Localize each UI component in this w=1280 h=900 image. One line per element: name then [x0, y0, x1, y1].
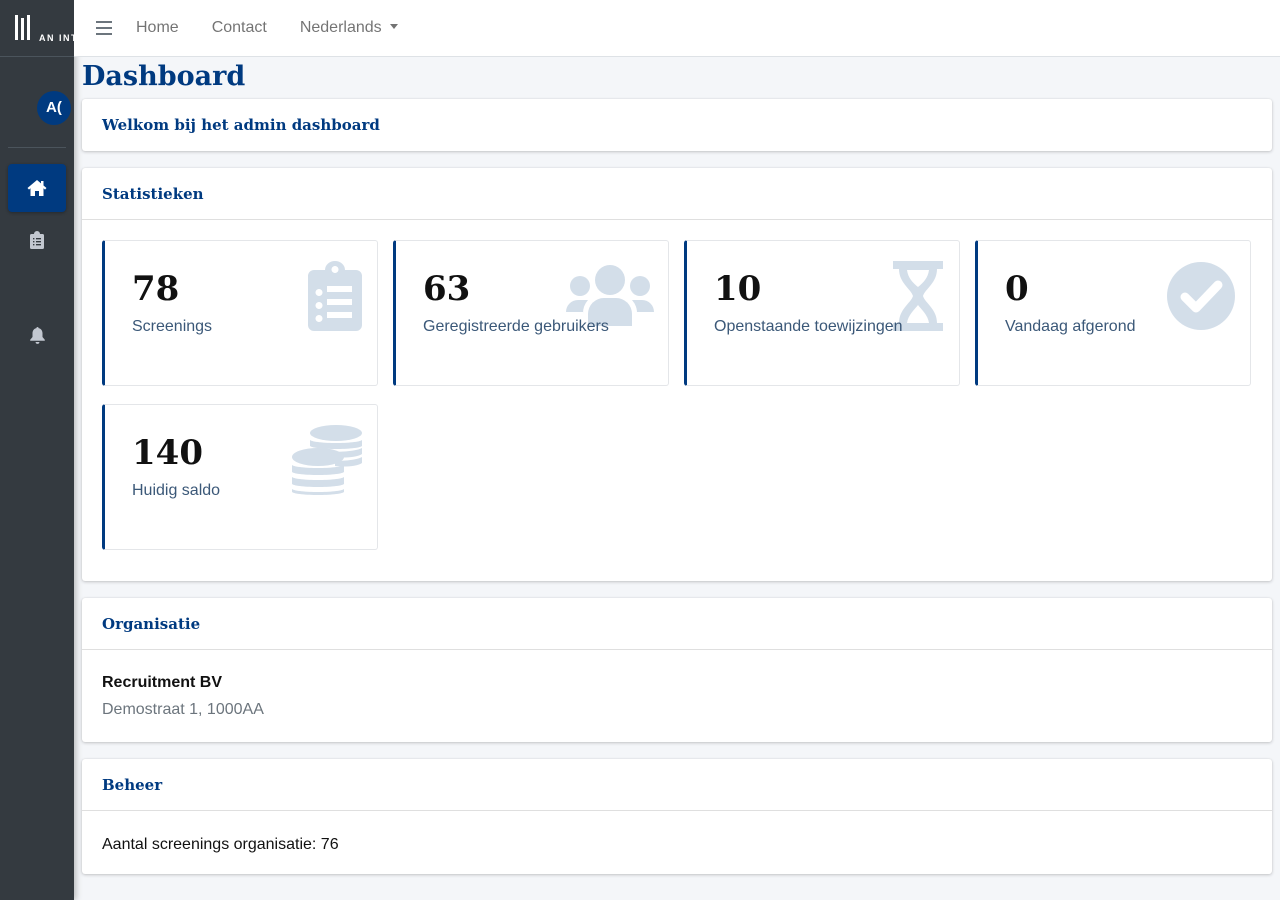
stat-box-screenings[interactable]: 78 Screenings: [102, 240, 378, 386]
nav-link-home[interactable]: Home: [136, 19, 179, 37]
stats-card-header: Statistieken: [82, 168, 1272, 220]
stat-label: Vandaag afgerond: [1005, 318, 1136, 335]
stat-label: Huidig saldo: [132, 482, 221, 499]
clipboard-icon: [30, 231, 44, 249]
sidebar-item-screenings[interactable]: [8, 216, 66, 264]
page-title: Dashboard: [82, 61, 246, 92]
sidebar-item-notifications[interactable]: [8, 311, 66, 359]
stat-label: Geregistreerde gebruikers: [423, 318, 609, 335]
home-icon: [27, 180, 47, 196]
stats-card-body: 78 Screenings 63 Geregistreerde gebruike…: [82, 220, 1272, 581]
stat-label: Openstaande toewijzingen: [714, 318, 903, 335]
organisation-title: Organisatie: [102, 614, 201, 633]
stat-value: 140: [132, 433, 203, 473]
nav-link-contact[interactable]: Contact: [212, 19, 267, 37]
stats-grid: 78 Screenings 63 Geregistreerde gebruike…: [102, 240, 1252, 550]
management-card: Beheer Aantal screenings organisatie: 76: [82, 759, 1272, 874]
welcome-title: Welkom bij het admin dashboard: [102, 116, 380, 134]
menu-toggle-icon[interactable]: [96, 21, 112, 35]
stats-title: Statistieken: [102, 184, 204, 203]
management-title: Beheer: [102, 775, 163, 794]
stat-label: Screenings: [132, 318, 213, 335]
brand-text: AN INT: [39, 33, 74, 43]
management-card-body: Aantal screenings organisatie: 76: [82, 811, 1272, 874]
avatar[interactable]: A(: [37, 91, 71, 125]
sidebar: AN INT A(: [0, 0, 74, 900]
brand-logo[interactable]: AN INT: [0, 0, 74, 57]
welcome-card-header: Welkom bij het admin dashboard: [82, 99, 1272, 151]
organisation-address: Demostraat 1, 1000AA: [102, 701, 264, 718]
language-label: Nederlands: [299, 19, 382, 36]
stat-box-current-balance[interactable]: 140 Huidig saldo: [102, 404, 378, 550]
management-card-header: Beheer: [82, 759, 1272, 811]
organisation-card: Organisatie Recruitment BV Demostraat 1,…: [82, 598, 1272, 742]
stat-value: 78: [132, 269, 180, 309]
language-dropdown[interactable]: Nederlands: [300, 19, 398, 37]
stat-value: 0: [1005, 269, 1029, 309]
organisation-card-header: Organisatie: [82, 598, 1272, 650]
stat-value: 10: [714, 269, 762, 309]
organisation-name: Recruitment BV: [102, 674, 223, 691]
stat-box-open-assignments[interactable]: 10 Openstaande toewijzingen: [684, 240, 960, 386]
user-panel: A(: [8, 57, 71, 148]
stat-box-completed-today[interactable]: 0 Vandaag afgerond: [975, 240, 1251, 386]
welcome-card: Welkom bij het admin dashboard: [82, 99, 1272, 151]
bell-icon: [29, 326, 45, 344]
stat-box-registered-users[interactable]: 63 Geregistreerde gebruikers: [393, 240, 669, 386]
sidebar-item-home[interactable]: [8, 164, 66, 212]
stat-value: 63: [423, 269, 471, 309]
main-content: Dashboard Welkom bij het admin dashboard…: [82, 57, 1272, 891]
stats-card: Statistieken 78 Screenings 63 Geregistre…: [82, 168, 1272, 581]
sidebar-nav: [8, 164, 66, 363]
logo-bars-icon: [15, 15, 30, 40]
organisation-screenings-count: Aantal screenings organisatie: 76: [102, 836, 339, 853]
top-navbar: Home Contact Nederlands: [74, 0, 1280, 57]
organisation-card-body: Recruitment BV Demostraat 1, 1000AA: [82, 650, 1272, 742]
caret-down-icon: [389, 24, 398, 29]
